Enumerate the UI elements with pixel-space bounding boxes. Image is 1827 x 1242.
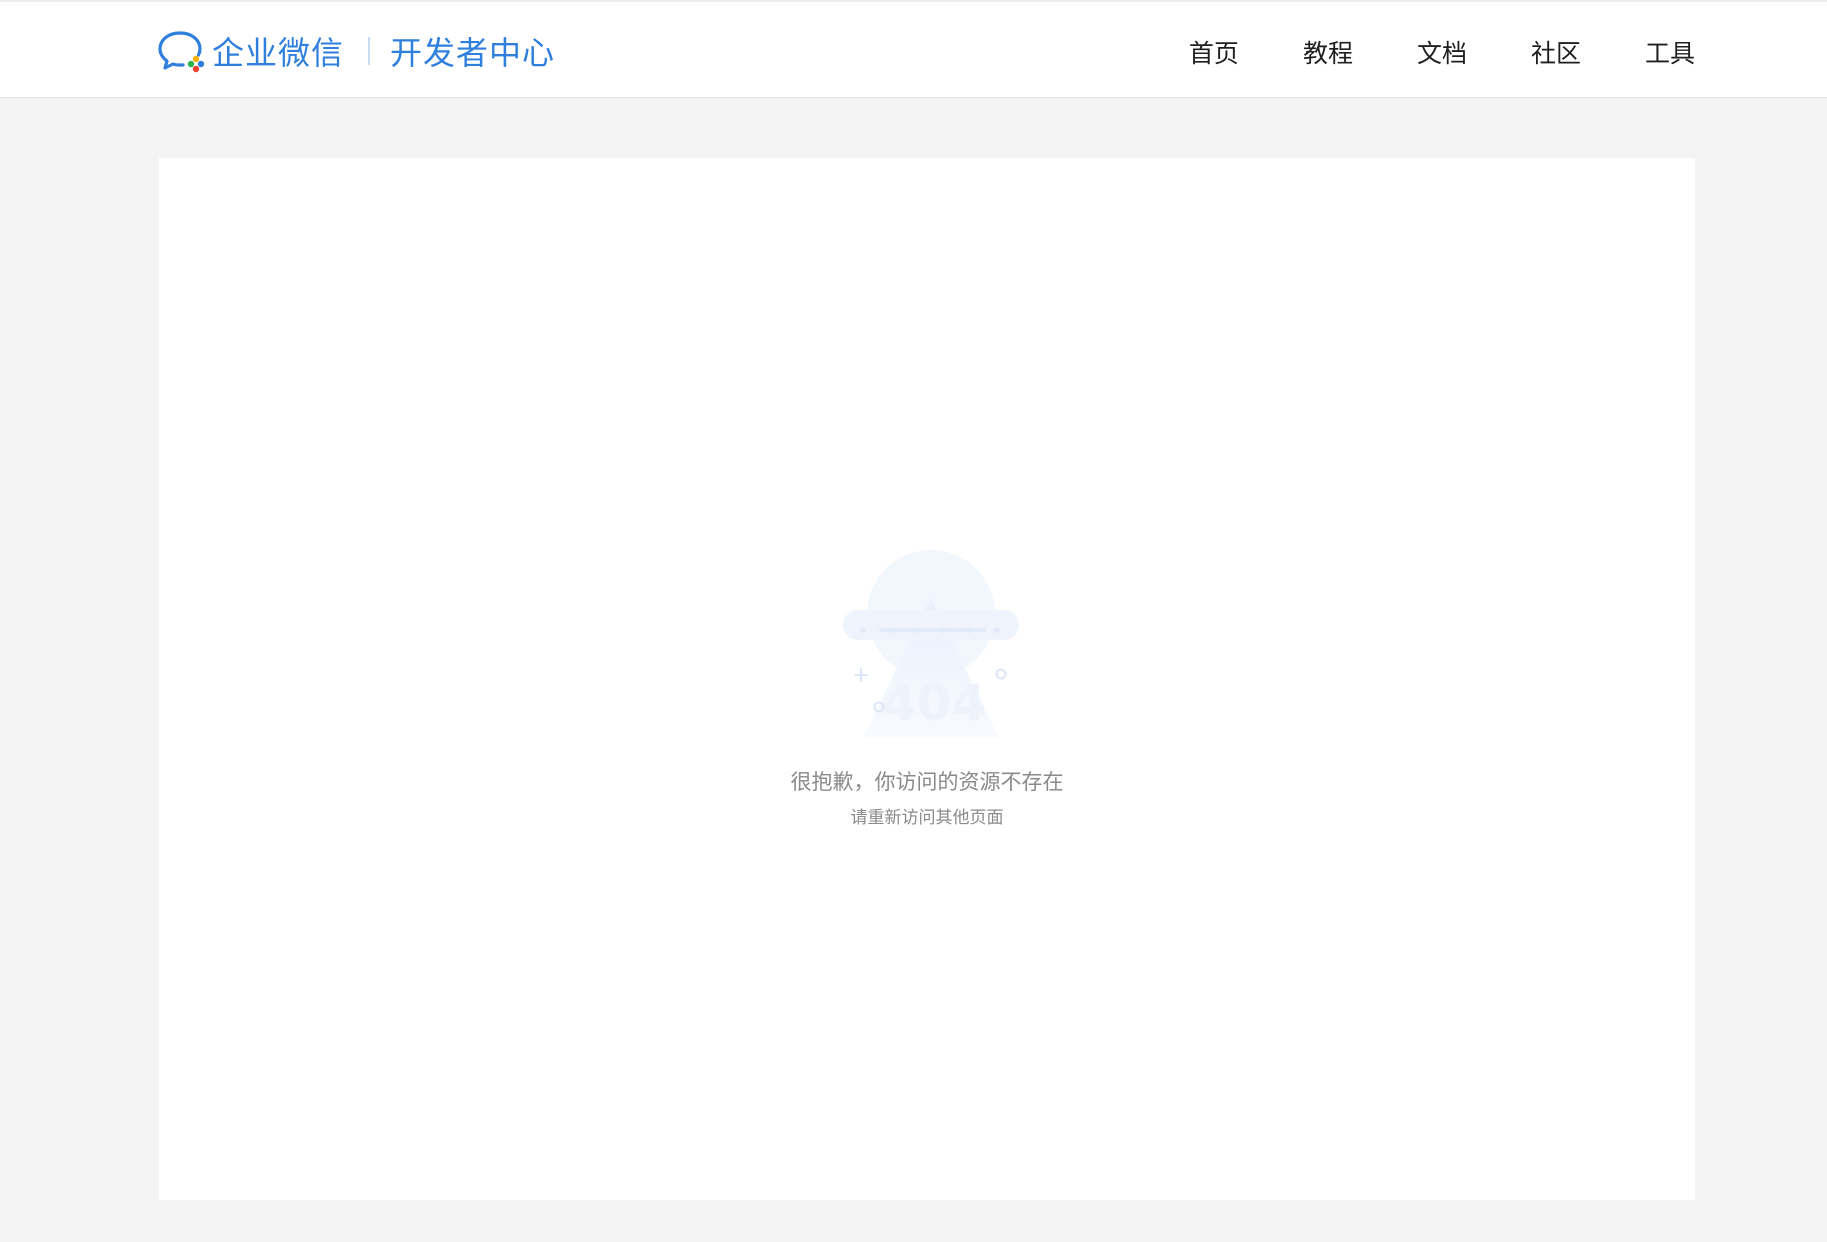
404-illustration: 404 (843, 550, 1019, 738)
wecom-logo-icon (158, 31, 205, 73)
brand-divider (368, 37, 371, 65)
nav-item-home[interactable]: 首页 (1189, 34, 1239, 70)
error-code: 404 (882, 674, 986, 732)
brand-name: 企业微信 (212, 34, 345, 72)
nav-item-docs[interactable]: 文档 (1417, 34, 1467, 70)
nav-item-tools[interactable]: 工具 (1645, 34, 1695, 70)
brand[interactable]: 企业微信 开发者中心 (158, 28, 555, 74)
top-header: 企业微信 开发者中心 首页 教程 文档 社区 工具 (0, 0, 1827, 98)
content-card: 404 很抱歉，你访问的资源不存在 请重新访问其他页面 (159, 158, 1695, 1200)
brand-subtitle: 开发者中心 (390, 34, 556, 72)
error-message: 很抱歉，你访问的资源不存在 (790, 770, 1064, 794)
main-nav: 首页 教程 文档 社区 工具 (1189, 30, 1695, 74)
nav-item-tutorials[interactable]: 教程 (1303, 34, 1353, 70)
nav-item-community[interactable]: 社区 (1531, 34, 1581, 70)
error-hint: 请重新访问其他页面 (850, 808, 1004, 828)
